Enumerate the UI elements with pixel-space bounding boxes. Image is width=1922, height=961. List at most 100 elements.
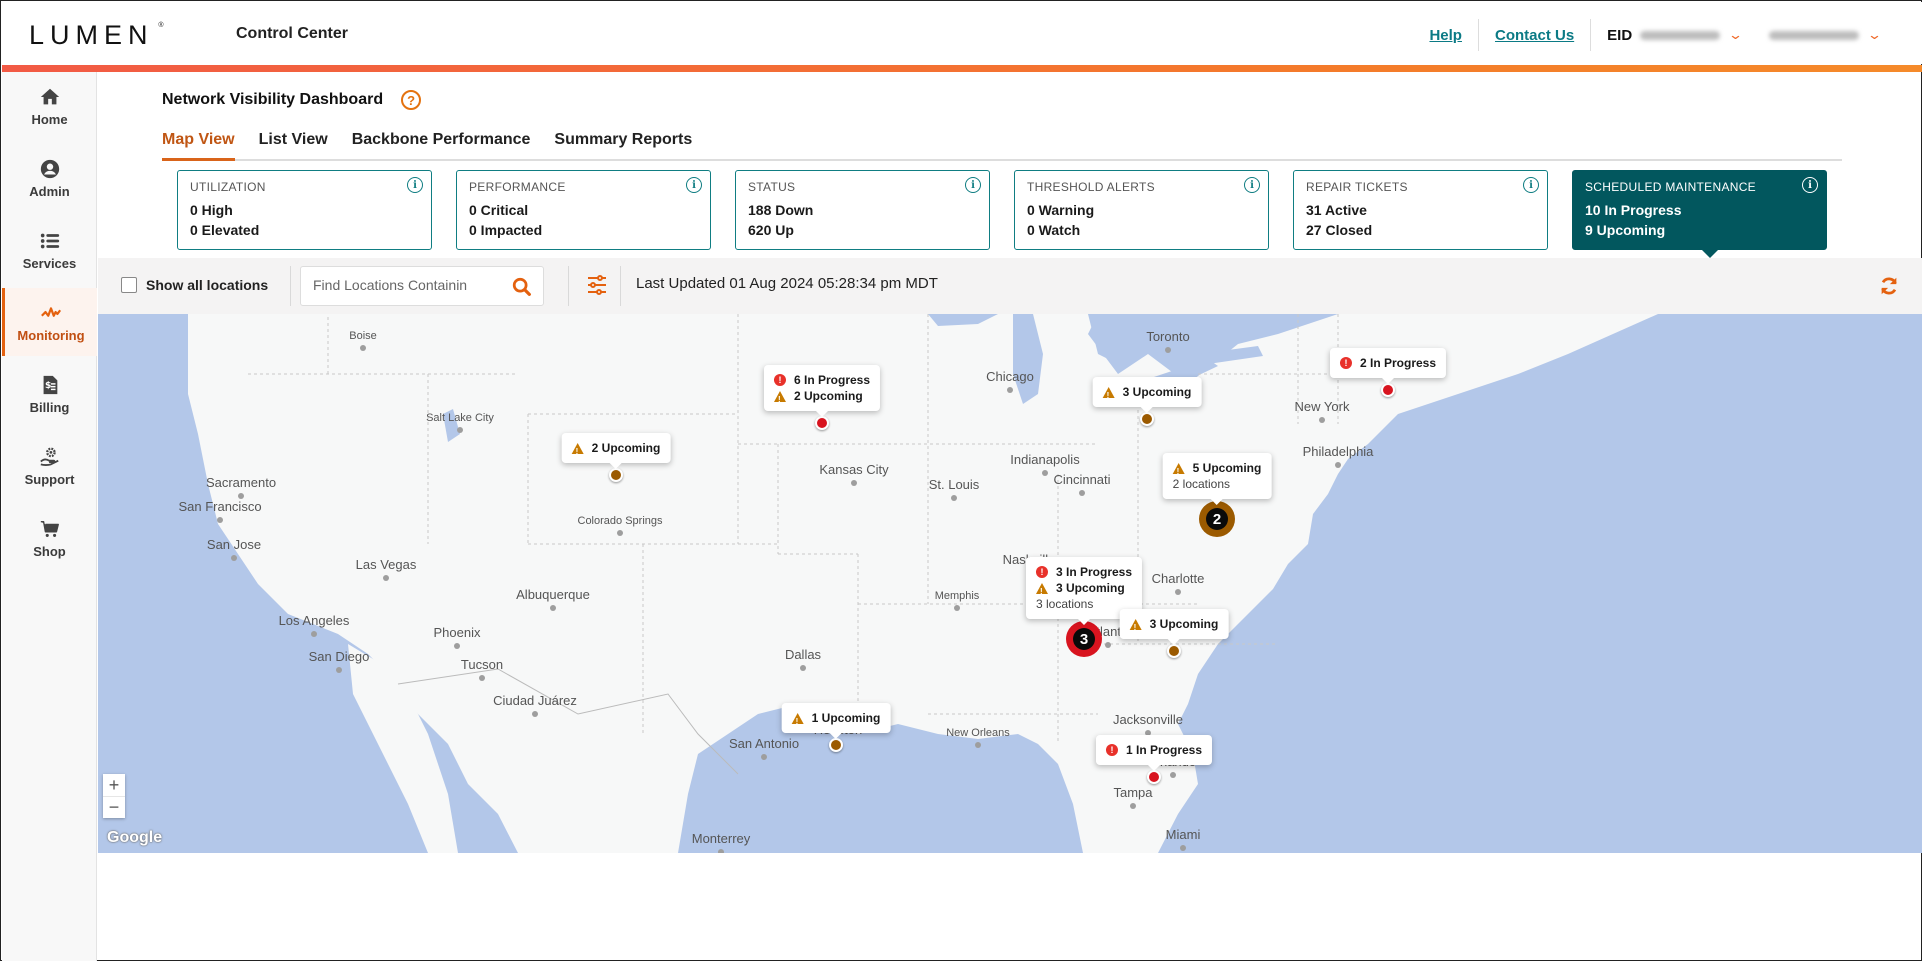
- card-value: 31 Active: [1306, 202, 1367, 218]
- sidebar-item-admin[interactable]: Admin: [2, 144, 97, 212]
- logo-text: LUMEN: [29, 20, 154, 50]
- city-dot: [951, 495, 957, 501]
- warning-icon: [773, 390, 786, 408]
- filter-sliders-icon[interactable]: [585, 273, 609, 297]
- home-icon: [40, 88, 59, 104]
- card-threshold-alerts[interactable]: Threshold Alerts 0 Warning 0 Watch i: [1014, 170, 1269, 250]
- card-value: 188 Down: [748, 202, 814, 218]
- city-label: Jacksonville: [1112, 712, 1184, 727]
- cluster-count: 2: [1206, 508, 1228, 530]
- info-icon[interactable]: i: [965, 177, 981, 193]
- tooltip-row: 1 Upcoming: [791, 710, 881, 730]
- card-value: 0 Critical: [469, 202, 529, 218]
- city-label: San Francisco: [178, 499, 262, 514]
- info-icon[interactable]: i: [1523, 177, 1539, 193]
- city-dot: [617, 530, 623, 536]
- help-circle-icon[interactable]: ?: [401, 90, 422, 110]
- error-icon: !: [1035, 566, 1048, 578]
- checkbox-box[interactable]: [121, 277, 137, 293]
- maintenance-tooltip[interactable]: 2 Upcoming: [561, 433, 671, 469]
- city-label: Colorado Springs: [577, 515, 663, 527]
- search-icon[interactable]: [511, 276, 533, 298]
- cluster-marker[interactable]: 3: [1066, 621, 1102, 657]
- tab-backbone-performance[interactable]: Backbone Performance: [352, 131, 531, 159]
- tab-summary-reports[interactable]: Summary Reports: [554, 131, 692, 159]
- city-dot: [1170, 772, 1176, 778]
- card-scheduled-maintenance[interactable]: Scheduled Maintenance 10 In Progress 9 U…: [1572, 170, 1827, 258]
- info-icon[interactable]: i: [1802, 177, 1818, 193]
- user-chevron-down-icon[interactable]: ⌄: [1867, 27, 1882, 43]
- sidebar-item-label: Billing: [29, 399, 70, 415]
- card-utilization[interactable]: Utilization 0 High 0 Elevated i: [177, 170, 432, 250]
- sidebar-item-monitoring[interactable]: Monitoring: [2, 288, 97, 356]
- warning-icon: [1129, 618, 1142, 636]
- tooltip-text: 1 Upcoming: [811, 711, 881, 725]
- city-dot: [1042, 470, 1048, 476]
- card-repair-tickets[interactable]: Repair Tickets 31 Active 27 Closed i: [1293, 170, 1548, 250]
- city-dot: [311, 631, 317, 637]
- cluster-marker[interactable]: 2: [1199, 501, 1235, 537]
- sidebar-item-support[interactable]: Support: [2, 432, 97, 500]
- city-label: Dallas: [784, 647, 822, 662]
- sidebar-item-home[interactable]: Home: [2, 72, 97, 140]
- maintenance-tooltip[interactable]: ! 6 In Progress 2 Upcoming: [763, 365, 881, 417]
- tab-list-view[interactable]: List View: [259, 131, 328, 159]
- warning-icon: [571, 442, 584, 460]
- location-pin[interactable]: [1140, 412, 1154, 426]
- lumen-logo[interactable]: LUMEN ®: [29, 20, 164, 51]
- city-dot: [550, 605, 556, 611]
- location-pin[interactable]: [1167, 644, 1181, 658]
- city-label: Sacramento: [205, 475, 277, 490]
- location-pin[interactable]: [1381, 383, 1395, 397]
- city-dot: [454, 643, 460, 649]
- location-pin[interactable]: [609, 468, 623, 482]
- card-value: 10 In Progress: [1585, 202, 1682, 218]
- zoom-out-button[interactable]: −: [103, 796, 125, 818]
- card-value: 0 Warning: [1027, 202, 1095, 218]
- maintenance-tooltip[interactable]: 5 Upcoming 2 locations: [1162, 453, 1272, 505]
- google-attribution: Google: [107, 829, 163, 846]
- cluster-count: 3: [1073, 628, 1095, 650]
- card-status[interactable]: Status 188 Down 620 Up i: [735, 170, 990, 250]
- tooltip-location-count: 3 locations: [1035, 597, 1094, 611]
- tooltip-row: ! 3 In Progress: [1035, 564, 1132, 580]
- city-label: San Jose: [206, 537, 262, 552]
- refresh-icon[interactable]: [1878, 275, 1900, 297]
- city-dot: [954, 605, 960, 611]
- maintenance-tooltip[interactable]: 3 Upcoming: [1119, 609, 1229, 645]
- info-icon[interactable]: i: [686, 177, 702, 193]
- sidebar-item-shop[interactable]: Shop: [2, 504, 97, 572]
- info-icon[interactable]: i: [407, 177, 423, 193]
- error-icon: !: [1339, 357, 1352, 369]
- sidebar-item-services[interactable]: Services: [2, 216, 97, 284]
- card-title: Scheduled Maintenance: [1585, 180, 1756, 194]
- warning-icon: [1172, 462, 1185, 480]
- eid-value-redacted[interactable]: [1640, 30, 1721, 40]
- location-pin[interactable]: [829, 738, 843, 752]
- user-name-redacted[interactable]: [1769, 30, 1860, 40]
- location-pin[interactable]: [1147, 770, 1161, 784]
- maintenance-tooltip[interactable]: 3 Upcoming: [1092, 377, 1202, 413]
- contact-us-link[interactable]: Contact Us: [1479, 27, 1590, 44]
- city-dot: [718, 849, 724, 853]
- maintenance-tooltip[interactable]: ! 1 In Progress: [1095, 735, 1213, 771]
- card-performance[interactable]: Performance 0 Critical 0 Impacted i: [456, 170, 711, 250]
- pulse-icon: [41, 306, 62, 317]
- maintenance-map[interactable]: TorontoBoiseChicagoBostonSalt Lake CityO…: [98, 314, 1922, 853]
- search-input[interactable]: [313, 277, 503, 293]
- card-title: Threshold Alerts: [1027, 180, 1155, 194]
- maintenance-tooltip[interactable]: ! 2 In Progress: [1329, 348, 1447, 384]
- eid-chevron-down-icon[interactable]: ⌄: [1728, 27, 1743, 43]
- zoom-in-button[interactable]: +: [103, 774, 125, 796]
- location-pin[interactable]: [815, 416, 829, 430]
- sidebar-item-billing[interactable]: $ Billing: [2, 360, 97, 428]
- info-icon[interactable]: i: [1244, 177, 1260, 193]
- help-link[interactable]: Help: [1413, 27, 1478, 44]
- last-updated-text: Last Updated 01 Aug 2024 05:28:34 pm MDT: [636, 275, 938, 292]
- brand-stripe: [2, 65, 1922, 72]
- tooltip-text: 3 Upcoming: [1149, 617, 1219, 631]
- city-label: Charlotte: [1151, 571, 1205, 586]
- show-all-locations-checkbox[interactable]: Show all locations: [121, 277, 268, 293]
- tab-map-view[interactable]: Map View: [162, 131, 235, 161]
- maintenance-tooltip[interactable]: 1 Upcoming: [781, 703, 891, 739]
